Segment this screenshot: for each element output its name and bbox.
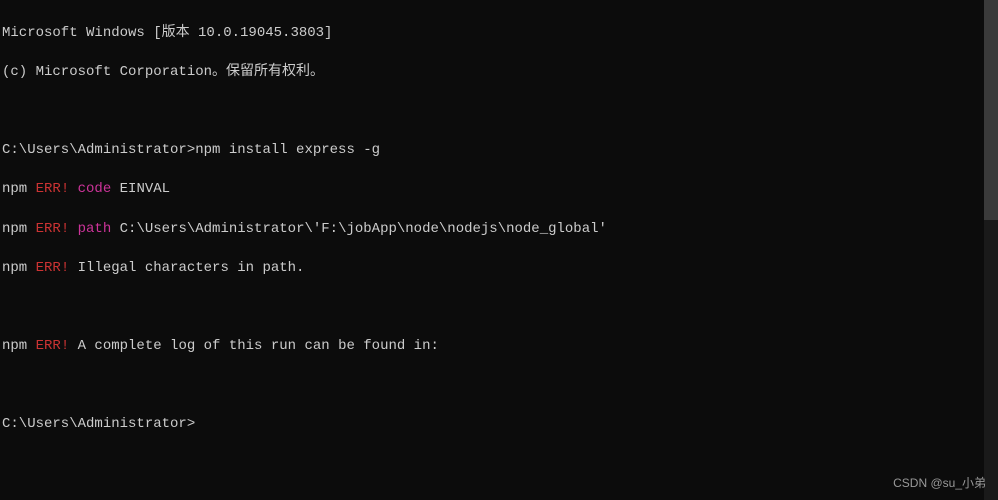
err-prefix: npm: [2, 181, 36, 197]
err-key: path: [78, 221, 112, 237]
watermark: CSDN @su_小弟: [893, 475, 986, 492]
err-prefix: npm: [2, 221, 36, 237]
blank-line: [2, 376, 996, 396]
log-line: npm ERR! A complete log of this run can …: [2, 337, 996, 357]
command-line: C:\Users\Administrator>npm install expre…: [2, 141, 996, 161]
err-prefix: npm: [2, 338, 36, 354]
typed-command: npm install express -g: [195, 142, 380, 158]
err-rest: Illegal characters in path.: [78, 260, 305, 276]
prompt: C:\Users\Administrator>: [2, 142, 195, 158]
error-line-2: npm ERR! path C:\Users\Administrator\'F:…: [2, 220, 996, 240]
err-rest: EINVAL: [111, 181, 170, 197]
prompt-line-2: C:\Users\Administrator>: [2, 415, 996, 435]
error-line-3: npm ERR! Illegal characters in path.: [2, 259, 996, 279]
err-tag: ERR!: [36, 338, 78, 354]
blank-line: [2, 298, 996, 318]
scrollbar-thumb[interactable]: [984, 0, 998, 220]
blank-line: [2, 102, 996, 122]
log-text: A complete log of this run can be found …: [78, 338, 439, 354]
os-banner-line1: Microsoft Windows [版本 10.0.19045.3803]: [2, 24, 996, 44]
error-line-1: npm ERR! code EINVAL: [2, 180, 996, 200]
err-prefix: npm: [2, 260, 36, 276]
err-tag: ERR!: [36, 221, 78, 237]
err-rest: C:\Users\Administrator\'F:\jobApp\node\n…: [111, 221, 607, 237]
scrollbar-track[interactable]: [984, 0, 998, 500]
terminal-output[interactable]: Microsoft Windows [版本 10.0.19045.3803] (…: [0, 0, 998, 459]
os-banner-line2: (c) Microsoft Corporation。保留所有权利。: [2, 63, 996, 83]
err-key: code: [78, 181, 112, 197]
err-tag: ERR!: [36, 260, 78, 276]
err-tag: ERR!: [36, 181, 78, 197]
prompt: C:\Users\Administrator>: [2, 416, 195, 432]
